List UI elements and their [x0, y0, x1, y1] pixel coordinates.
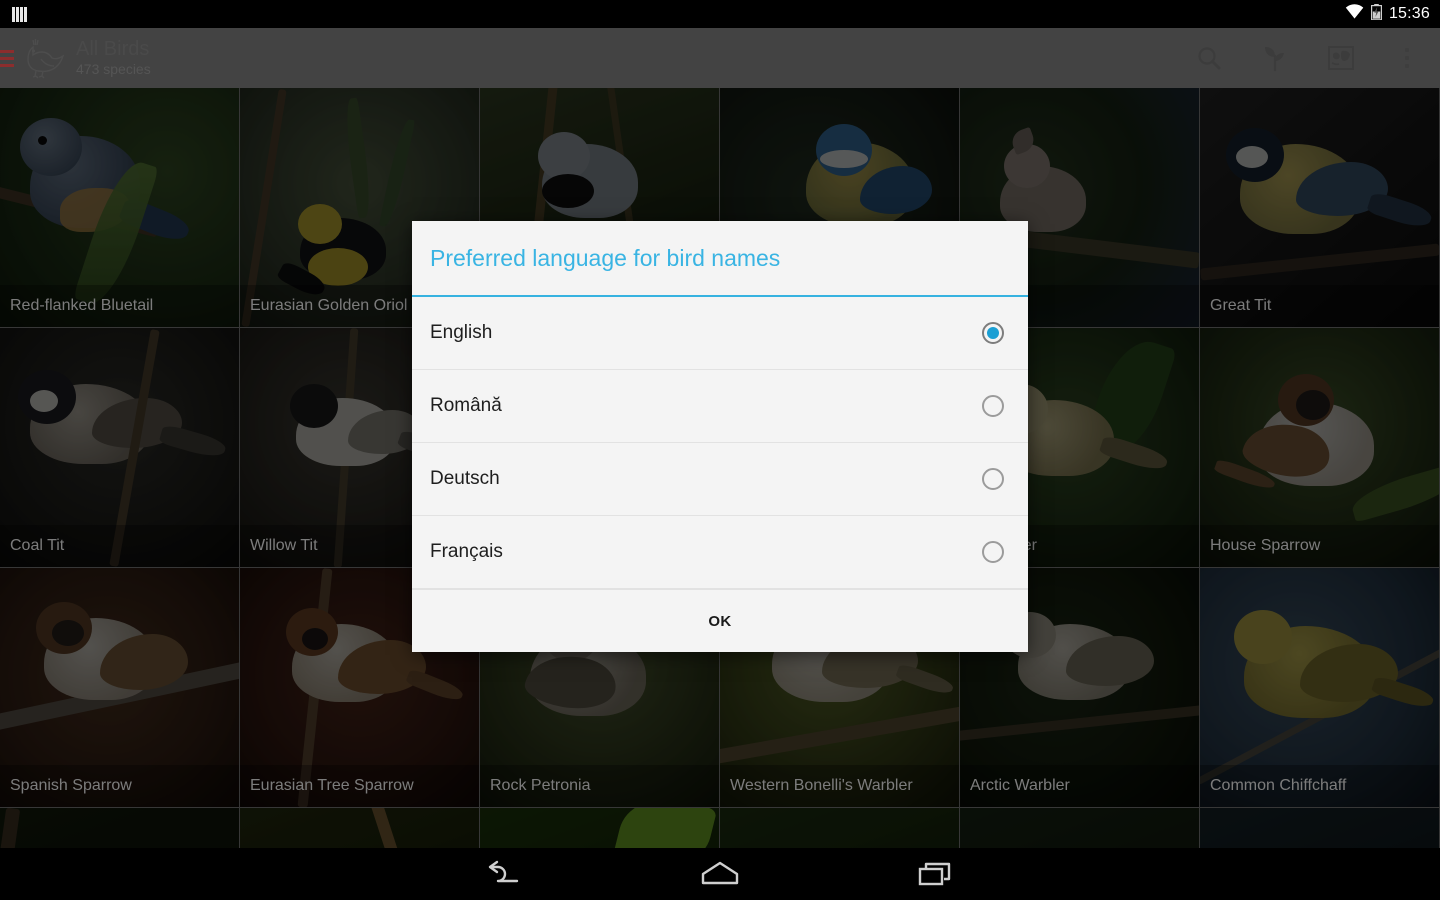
action-bar: All Birds 473 species	[0, 28, 1440, 88]
language-option-romana[interactable]: Română	[412, 370, 1028, 443]
ok-button[interactable]: OK	[674, 603, 765, 640]
android-screen: 15:36 All Birds 473 species Red-flanked …	[0, 0, 1440, 900]
bird-logo-icon[interactable]	[16, 28, 68, 88]
status-bar: 15:36	[0, 0, 1440, 28]
dialog-title: Preferred language for bird names	[430, 244, 781, 271]
wifi-icon	[1345, 4, 1364, 24]
search-icon[interactable]	[1176, 28, 1242, 88]
dialog-title-bar: Preferred language for bird names	[412, 221, 1028, 297]
language-option-list: English Română Deutsch Français	[412, 297, 1028, 589]
signal-bars-icon	[12, 6, 27, 22]
home-icon[interactable]	[685, 848, 755, 900]
language-option-english[interactable]: English	[412, 297, 1028, 370]
page-subtitle: 473 species	[76, 61, 151, 77]
radio-button-francais[interactable]	[982, 541, 1004, 563]
page-title: All Birds	[76, 38, 150, 60]
dialog-button-bar: OK	[412, 589, 1028, 652]
app-title-block: All Birds 473 species	[76, 38, 151, 78]
status-bar-system: 15:36	[1345, 3, 1430, 25]
language-label: Français	[430, 541, 503, 562]
navigation-bar	[0, 848, 1440, 900]
radio-button-romana[interactable]	[982, 395, 1004, 417]
action-bar-actions	[1176, 28, 1440, 88]
recents-icon[interactable]	[901, 848, 971, 900]
hamburger-menu-icon[interactable]	[0, 28, 16, 88]
world-map-icon[interactable]	[1308, 28, 1374, 88]
language-label: Română	[430, 395, 502, 416]
radio-button-english[interactable]	[982, 322, 1004, 344]
back-icon[interactable]	[469, 848, 539, 900]
language-option-francais[interactable]: Français	[412, 516, 1028, 589]
plant-sprout-icon[interactable]	[1242, 28, 1308, 88]
overflow-menu-icon[interactable]	[1374, 28, 1440, 88]
status-bar-clock: 15:36	[1388, 5, 1430, 22]
language-label: Deutsch	[430, 468, 500, 489]
language-label: English	[430, 322, 493, 343]
language-option-deutsch[interactable]: Deutsch	[412, 443, 1028, 516]
radio-button-deutsch[interactable]	[982, 468, 1004, 490]
language-dialog: Preferred language for bird names Englis…	[412, 221, 1028, 652]
status-bar-notifications	[12, 6, 27, 22]
battery-charging-icon	[1370, 3, 1382, 25]
